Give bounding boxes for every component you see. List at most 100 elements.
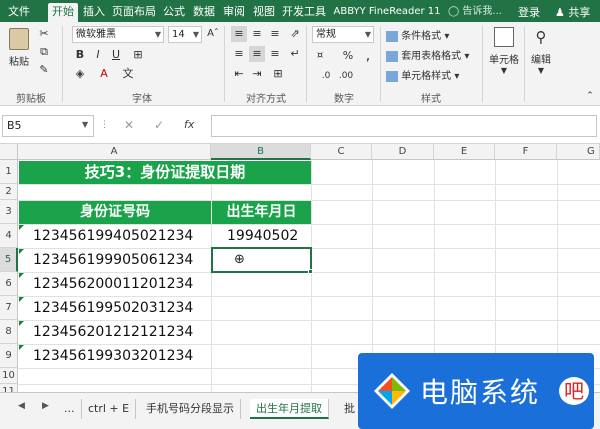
header-id-number[interactable]: 身份证号码 (19, 201, 211, 224)
font-name-select[interactable]: 微软雅黑 ▼ (72, 26, 164, 43)
row-header-4[interactable]: 4 (0, 224, 18, 248)
row-header-3[interactable]: 3 (0, 200, 18, 224)
cell-a9[interactable]: 123456199303201234 (33, 348, 193, 364)
share-button[interactable]: ♟ 共享 (555, 4, 590, 20)
sheet-tab-phone-format[interactable]: 手机号码分段显示 (140, 399, 241, 419)
column-header-e[interactable]: E (434, 144, 495, 160)
increase-decimal-icon[interactable]: .0 (318, 68, 334, 84)
copy-icon[interactable]: ⧉ (36, 44, 52, 60)
cell-a7[interactable]: 123456199502031234 (33, 300, 193, 316)
row-header-11[interactable]: 11 (0, 384, 18, 392)
row-header-7[interactable]: 7 (0, 296, 18, 320)
tab-formulas[interactable]: 公式 (160, 3, 188, 22)
cells-button[interactable]: 单元格 ▼ (486, 27, 522, 75)
row-header-5[interactable]: 5 (0, 248, 18, 272)
align-middle-icon[interactable]: ≡ (249, 26, 265, 42)
error-indicator-icon[interactable] (19, 273, 24, 278)
conditional-format-button[interactable]: 条件格式 ▾ (386, 27, 449, 42)
sheet-tab-more[interactable]: ... (58, 399, 82, 419)
row-header-10[interactable]: 10 (0, 368, 18, 384)
error-indicator-icon[interactable] (19, 297, 24, 302)
login-button[interactable]: 登录 (518, 4, 540, 20)
editing-button[interactable]: ⚲ 编辑 ▼ (528, 27, 554, 75)
name-box[interactable]: B5 (2, 115, 94, 137)
row-header-6[interactable]: 6 (0, 272, 18, 296)
phonetic-icon[interactable]: 文 (120, 66, 136, 82)
cell-a6[interactable]: 123456200011201234 (33, 276, 193, 292)
row-header-9[interactable]: 9 (0, 344, 18, 368)
watermark-text: 电脑系统 (420, 376, 541, 409)
row-header-2[interactable]: 2 (0, 184, 18, 200)
tab-abbyy[interactable]: ABBYY FineReader 11 (332, 3, 442, 22)
number-format-select[interactable]: 常规 ▼ (312, 26, 374, 43)
align-left-icon[interactable]: ≡ (231, 46, 247, 62)
format-painter-icon[interactable]: ✎ (36, 62, 52, 78)
scroll-right-icon[interactable]: ▶ (42, 401, 49, 411)
error-indicator-icon[interactable] (19, 225, 24, 230)
align-bottom-icon[interactable]: ≡ (267, 26, 283, 42)
comma-icon[interactable]: , (360, 48, 376, 64)
text-orientation-icon[interactable]: ⇗ (287, 26, 303, 42)
decrease-indent-icon[interactable]: ⇤ (231, 66, 247, 82)
insert-function-icon[interactable]: fx (184, 118, 194, 131)
header-birth-date[interactable]: 出生年月日 (212, 201, 311, 224)
tab-view[interactable]: 视图 (250, 3, 278, 22)
chevron-down-icon[interactable]: ▼ (82, 120, 88, 129)
currency-icon[interactable]: ¤ (312, 48, 328, 64)
formula-input[interactable] (211, 115, 597, 137)
cell-a8[interactable]: 123456201212121234 (33, 324, 193, 340)
fill-handle[interactable] (308, 269, 313, 274)
row-header-1[interactable]: 1 (0, 160, 18, 184)
cell-a5[interactable]: 123456199905061234 (33, 252, 193, 268)
column-header-a[interactable]: A (18, 144, 211, 160)
column-header-d[interactable]: D (372, 144, 434, 160)
font-color-icon[interactable]: A (96, 66, 112, 82)
align-top-icon[interactable]: ≡ (231, 26, 247, 42)
increase-indent-icon[interactable]: ⇥ (249, 66, 265, 82)
column-header-b[interactable]: B (211, 144, 311, 160)
bold-icon[interactable]: B (72, 47, 88, 63)
tab-home[interactable]: 开始 (48, 3, 78, 22)
tab-developer[interactable]: 开发工具 (280, 3, 328, 22)
collapse-ribbon-icon[interactable]: ⌃ (582, 88, 598, 104)
cell-styles-button[interactable]: 单元格样式 ▾ (386, 67, 459, 82)
tab-review[interactable]: 审阅 (220, 3, 248, 22)
tell-me-box[interactable]: ◯ 告诉我... (448, 4, 502, 20)
font-size-select[interactable]: 14 ▼ (168, 26, 202, 43)
tab-page-layout[interactable]: 页面布局 (110, 3, 158, 22)
enter-icon[interactable]: ✓ (154, 118, 164, 132)
sheet-title[interactable]: 技巧3：身份证提取日期 (19, 161, 311, 184)
error-indicator-icon[interactable] (19, 321, 24, 326)
wrap-text-icon[interactable]: ↵ (287, 46, 303, 62)
column-header-c[interactable]: C (311, 144, 372, 160)
tab-insert[interactable]: 插入 (80, 3, 108, 22)
percent-icon[interactable]: % (340, 48, 356, 64)
align-center-icon[interactable]: ≡ (249, 46, 265, 62)
scroll-left-icon[interactable]: ◀ (18, 401, 25, 411)
column-header-g[interactable]: G (557, 144, 600, 160)
grow-font-icon[interactable]: Aˆ (205, 26, 221, 42)
cut-icon[interactable]: ✂ (36, 26, 52, 42)
border-icon[interactable]: ⊞ (130, 47, 146, 63)
sheet-tab-ctrl-e[interactable]: ctrl + E (82, 399, 137, 419)
tab-data[interactable]: 数据 (190, 3, 218, 22)
italic-icon[interactable]: I (90, 47, 106, 63)
error-indicator-icon[interactable] (19, 249, 24, 254)
merge-center-icon[interactable]: ⊞ (270, 66, 286, 82)
format-as-table-button[interactable]: 套用表格格式 ▾ (386, 47, 469, 62)
decrease-decimal-icon[interactable]: .00 (338, 68, 354, 84)
active-cell-b5[interactable] (211, 247, 312, 273)
cell-b4[interactable]: 19940502 (227, 228, 298, 244)
cancel-icon[interactable]: ✕ (124, 118, 134, 132)
sheet-tab-birth-extract[interactable]: 出生年月提取 (250, 399, 329, 419)
fill-color-icon[interactable]: ◈ (72, 66, 88, 82)
align-right-icon[interactable]: ≡ (267, 46, 283, 62)
row-header-8[interactable]: 8 (0, 320, 18, 344)
column-header-f[interactable]: F (495, 144, 557, 160)
tab-file[interactable]: 文件 (4, 3, 34, 22)
error-indicator-icon[interactable] (19, 345, 24, 350)
underline-icon[interactable]: U (108, 47, 124, 63)
cell-a4[interactable]: 123456199405021234 (33, 228, 193, 244)
paste-button[interactable]: 粘贴 (6, 28, 32, 68)
select-all-corner[interactable] (0, 144, 18, 160)
